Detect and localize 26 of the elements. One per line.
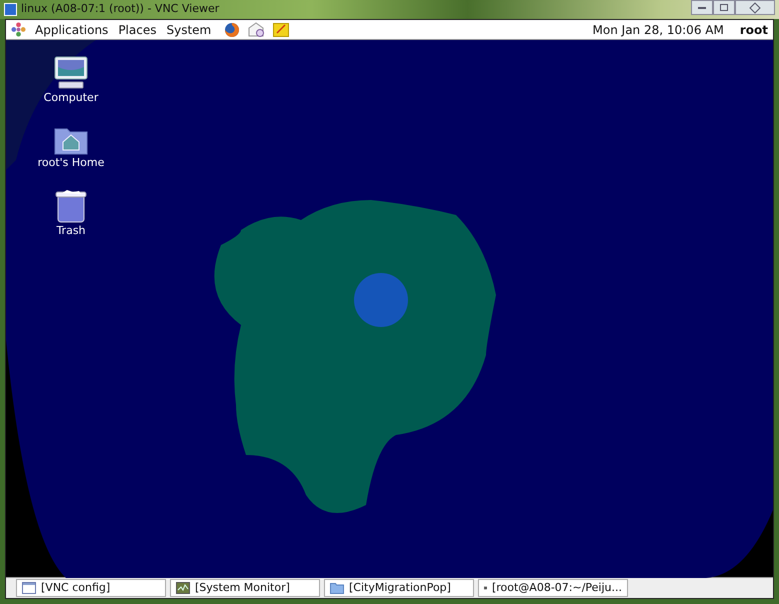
monitor-icon — [176, 582, 190, 594]
desktop-icon-label[interactable]: Trash — [56, 223, 86, 240]
taskbar-button[interactable]: [CityMigrationPop] — [324, 579, 474, 597]
computer-icon — [53, 56, 89, 90]
taskbar-button[interactable]: [System Monitor] — [170, 579, 320, 597]
notepad-icon[interactable] — [273, 22, 290, 36]
flower-icon — [11, 22, 26, 37]
close-button[interactable] — [735, 0, 775, 15]
panel-menu[interactable]: System — [161, 20, 216, 38]
minimize-button[interactable] — [691, 0, 713, 15]
desktop-icon-label[interactable]: root's Home — [38, 154, 104, 171]
user-name[interactable]: root — [740, 20, 768, 38]
taskbar-button[interactable]: [VNC config] — [16, 579, 166, 597]
panel-menu[interactable]: Places — [113, 20, 162, 38]
desktop-icon-label[interactable]: Computer — [44, 90, 98, 106]
folder-icon — [330, 582, 344, 594]
app-icon — [4, 3, 17, 16]
mail-icon[interactable] — [248, 22, 266, 38]
globe-icon[interactable] — [224, 22, 240, 38]
clock[interactable]: Mon Jan 28, 10:06 AM — [592, 20, 724, 38]
window-icon — [22, 582, 36, 594]
window-title: linux (A08-07:1 (root)) - VNC Viewer — [21, 1, 220, 18]
maximize-button[interactable] — [713, 0, 735, 15]
taskbar-button[interactable]: [root@A08-07:~/Peiju... — [478, 579, 628, 597]
trash-icon — [54, 189, 88, 223]
panel-menu[interactable]: Applications — [30, 20, 114, 38]
